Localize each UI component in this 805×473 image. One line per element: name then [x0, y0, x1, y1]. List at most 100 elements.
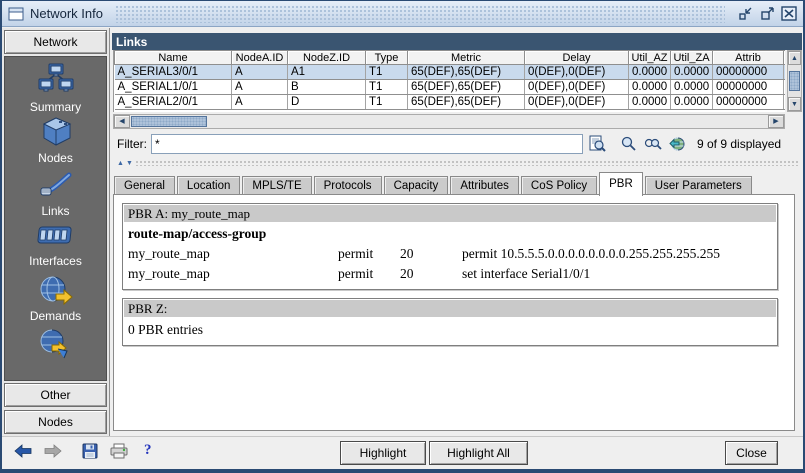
cell[interactable] — [784, 65, 786, 80]
column-header[interactable]: Type — [366, 51, 408, 65]
column-header[interactable]: Metric — [408, 51, 525, 65]
highlight-button[interactable]: Highlight — [340, 441, 426, 465]
cell[interactable]: 00000000 — [713, 65, 784, 80]
cell[interactable]: 0.0000 — [671, 95, 713, 110]
sidebar-bottom-buttons: Other Nodes — [4, 383, 107, 434]
maximize-icon[interactable] — [759, 6, 775, 22]
filter-label: Filter: — [113, 137, 147, 151]
table-row[interactable]: A_SERIAL2/0/1 A D T1 65(DEF),65(DEF) 0(D… — [115, 95, 786, 110]
cell[interactable]: 0(DEF),0(DEF) — [525, 65, 629, 80]
globe-search-icon[interactable] — [667, 135, 687, 153]
sidebar-item-partial[interactable] — [5, 327, 106, 380]
close-button[interactable]: Close — [725, 441, 778, 465]
cell[interactable]: 00000000 — [713, 80, 784, 95]
links-table: Name NodeA.ID NodeZ.ID Type Metric Delay… — [113, 50, 785, 112]
doc-search-icon[interactable] — [587, 135, 607, 153]
close-icon[interactable] — [781, 6, 797, 22]
cell[interactable]: A — [232, 65, 288, 80]
scroll-left-icon[interactable]: ◀ — [114, 115, 130, 128]
scroll-right-icon[interactable]: ▶ — [768, 115, 784, 128]
column-header[interactable]: Util_AZ — [629, 51, 671, 65]
horizontal-scroll-thumb[interactable] — [131, 116, 207, 127]
sidebar-category-nodes[interactable]: Nodes — [4, 410, 107, 434]
cell[interactable]: 0.0000 — [629, 95, 671, 110]
vertical-scroll-thumb[interactable] — [789, 71, 800, 91]
cell[interactable]: A_SERIAL1/0/1 — [115, 80, 232, 95]
sidebar-category-other[interactable]: Other — [4, 383, 107, 407]
scroll-track[interactable] — [208, 115, 768, 128]
cell[interactable]: 65(DEF),65(DEF) — [408, 65, 525, 80]
cell[interactable] — [784, 95, 786, 110]
tab-location[interactable]: Location — [177, 176, 240, 195]
tab-bar: General Location MPLS/TE Protocols Capac… — [113, 170, 801, 195]
column-header[interactable]: Attrib — [713, 51, 784, 65]
sidebar-category-network[interactable]: Network — [4, 30, 107, 54]
tab-mpls-te[interactable]: MPLS/TE — [242, 176, 311, 195]
cell[interactable]: B — [288, 80, 366, 95]
split-divider[interactable]: ▲ ▼ — [111, 159, 803, 167]
cell[interactable] — [784, 80, 786, 95]
cell[interactable]: T1 — [366, 80, 408, 95]
save-icon[interactable] — [82, 443, 98, 459]
cell[interactable]: T1 — [366, 65, 408, 80]
cell[interactable]: D — [288, 95, 366, 110]
collapse-down-icon[interactable]: ▼ — [126, 160, 133, 167]
collapse-up-icon[interactable]: ▲ — [117, 160, 124, 167]
pbr-a-section: PBR A: my_route_map route-map/access-gro… — [122, 203, 778, 290]
cell[interactable]: 0.0000 — [629, 65, 671, 80]
table-horizontal-scrollbar[interactable]: ◀ ▶ — [113, 114, 785, 129]
tab-cos-policy[interactable]: CoS Policy — [521, 176, 597, 195]
summary-icon — [38, 63, 74, 97]
sidebar-nav-panel: Summary Nodes — [4, 56, 107, 381]
column-header[interactable]: Util_ZA — [671, 51, 713, 65]
cell[interactable]: 0(DEF),0(DEF) — [525, 95, 629, 110]
cell[interactable]: 0.0000 — [671, 65, 713, 80]
table-vertical-scrollbar[interactable]: ▲ ▼ — [787, 50, 802, 112]
cell[interactable]: T1 — [366, 95, 408, 110]
titlebar[interactable]: Network Info — [2, 1, 803, 27]
filter-input[interactable] — [151, 134, 583, 154]
table-row[interactable]: A_SERIAL3/0/1 A A1 T1 65(DEF),65(DEF) 0(… — [115, 65, 786, 80]
cell[interactable]: A_SERIAL2/0/1 — [115, 95, 232, 110]
search-icon[interactable] — [619, 135, 639, 153]
sidebar-item-links[interactable]: Links — [5, 169, 106, 222]
print-icon[interactable] — [110, 443, 128, 459]
tab-attributes[interactable]: Attributes — [450, 176, 519, 195]
scroll-down-icon[interactable]: ▼ — [788, 97, 801, 111]
cell[interactable]: A_SERIAL3/0/1 — [115, 65, 232, 80]
cell[interactable]: 0.0000 — [671, 80, 713, 95]
tab-protocols[interactable]: Protocols — [314, 176, 382, 195]
sidebar-item-summary[interactable]: Summary — [5, 63, 106, 116]
cell[interactable]: A — [232, 80, 288, 95]
column-header[interactable]: NodeA.ID — [232, 51, 288, 65]
titlebar-texture — [115, 5, 725, 23]
restore-icon[interactable] — [737, 6, 753, 22]
cell[interactable]: 00000000 — [713, 95, 784, 110]
cell[interactable]: 0(DEF),0(DEF) — [525, 80, 629, 95]
cell[interactable]: 0.0000 — [629, 80, 671, 95]
column-header[interactable]: Delay — [525, 51, 629, 65]
column-header[interactable]: NodeZ.ID — [288, 51, 366, 65]
cell[interactable]: A — [232, 95, 288, 110]
cell[interactable]: 65(DEF),65(DEF) — [408, 95, 525, 110]
search-selected-icon[interactable] — [643, 135, 663, 153]
tab-general[interactable]: General — [114, 176, 175, 195]
scroll-up-icon[interactable]: ▲ — [788, 51, 801, 65]
sidebar-item-nodes[interactable]: Nodes — [5, 116, 106, 169]
pbr-z-section: PBR Z: 0 PBR entries — [122, 298, 778, 346]
cell[interactable]: A1 — [288, 65, 366, 80]
route-map-action: permit — [338, 266, 400, 282]
column-header[interactable]: Admin — [784, 51, 786, 65]
sidebar-item-interfaces[interactable]: Interfaces — [5, 221, 106, 274]
forward-icon[interactable] — [44, 444, 62, 458]
back-icon[interactable] — [14, 444, 32, 458]
cell[interactable]: 65(DEF),65(DEF) — [408, 80, 525, 95]
sidebar-item-demands[interactable]: Demands — [5, 274, 106, 327]
tab-user-parameters[interactable]: User Parameters — [645, 176, 752, 195]
highlight-all-button[interactable]: Highlight All — [429, 441, 528, 465]
tab-capacity[interactable]: Capacity — [384, 176, 449, 195]
help-icon[interactable]: ? — [144, 442, 152, 459]
column-header[interactable]: Name — [115, 51, 232, 65]
tab-pbr[interactable]: PBR — [599, 172, 643, 196]
table-row[interactable]: A_SERIAL1/0/1 A B T1 65(DEF),65(DEF) 0(D… — [115, 80, 786, 95]
